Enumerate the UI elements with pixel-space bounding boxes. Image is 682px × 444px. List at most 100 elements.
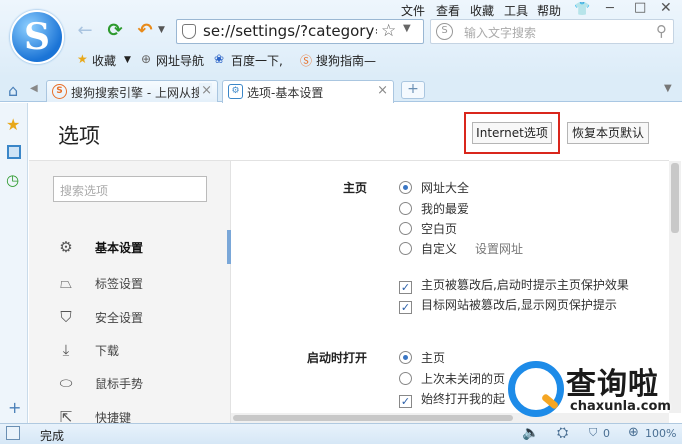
watermark-q-logo-icon xyxy=(508,361,564,417)
bookmark-sogou-guide[interactable]: 搜狗指南— xyxy=(316,52,376,69)
security-count[interactable]: 0 xyxy=(603,427,610,440)
favorites-panel-icon[interactable]: ★ xyxy=(6,115,20,134)
menu-help[interactable]: 帮助 xyxy=(537,2,561,19)
radio[interactable] xyxy=(399,242,412,255)
homepage-protect-check[interactable]: ✓ 主页被篡改后,启动时提示主页保护效果 xyxy=(399,276,629,294)
startup-section-label: 启动时打开 xyxy=(306,351,367,365)
tab-title: 搜狗搜索引擎 - 上网从搜 xyxy=(71,86,203,100)
menu-file[interactable]: 文件 xyxy=(401,2,425,19)
reader-panel-icon[interactable] xyxy=(7,145,21,159)
nav-download[interactable]: ⤓ 下载 xyxy=(29,333,231,367)
star-icon[interactable]: ☆ xyxy=(381,21,396,41)
tab-scroll-left-icon[interactable]: ◀ xyxy=(30,83,38,94)
selected-indicator xyxy=(227,230,231,264)
tab-shape-icon: ⏢ xyxy=(59,274,72,292)
speaker-icon[interactable]: 🔈 xyxy=(522,425,539,441)
status-text: 完成 xyxy=(40,429,65,443)
skin-icon[interactable]: 👕 xyxy=(574,2,590,17)
status-bar xyxy=(0,423,682,444)
set-url-link[interactable]: 设置网址 xyxy=(475,242,523,256)
close-window-icon[interactable]: ✕ xyxy=(660,0,672,16)
zoom-level[interactable]: 100% xyxy=(645,427,676,440)
globe-icon: ⊕ xyxy=(141,52,152,66)
scrollbar-thumb[interactable] xyxy=(671,163,679,233)
history-icon[interactable]: ◷ xyxy=(6,171,19,189)
home-icon[interactable]: ⌂ xyxy=(8,81,18,100)
sogou-search-icon[interactable]: S xyxy=(436,23,453,40)
search-placeholder[interactable]: 输入文字搜索 xyxy=(464,24,536,41)
bookmark-nav[interactable]: 网址导航 xyxy=(156,52,204,69)
site-protect-check[interactable]: ✓ 目标网站被篡改后,显示网页保护提示 xyxy=(399,296,617,314)
nav-mouse-gestures[interactable]: ⬭ 鼠标手势 xyxy=(29,366,231,400)
sogou-guide-icon: Ⓢ xyxy=(300,54,313,68)
add-panel-icon[interactable]: + xyxy=(8,398,21,417)
radio[interactable] xyxy=(399,202,412,215)
undo-dropdown-icon[interactable]: ▼ xyxy=(158,25,165,35)
watermark: 查询啦 chaxunla.com xyxy=(500,355,682,423)
homepage-option-3[interactable]: 空白页 xyxy=(399,220,457,237)
page-icon xyxy=(6,426,20,440)
startup-always-check[interactable]: ✓ 始终打开我的起 xyxy=(399,390,505,408)
radio-selected[interactable] xyxy=(399,181,412,194)
menu-favorites[interactable]: 收藏 xyxy=(470,2,494,19)
checkbox-checked[interactable]: ✓ xyxy=(399,301,412,314)
page-title: 选项 xyxy=(58,124,100,148)
settings-search-input[interactable]: 搜索选项 xyxy=(53,176,207,202)
watermark-url: chaxunla.com xyxy=(570,399,671,414)
baidu-paw-icon: ❀ xyxy=(214,52,225,66)
settings-tab-icon: ⚙ xyxy=(228,84,243,99)
radio[interactable] xyxy=(399,372,412,385)
menu-view[interactable]: 查看 xyxy=(436,2,460,19)
nav-label: 基本设置 xyxy=(95,241,144,255)
minimize-icon[interactable]: ─ xyxy=(606,1,614,16)
nav-label: 鼠标手势 xyxy=(95,377,144,391)
undo-icon[interactable]: ↶ xyxy=(134,20,156,42)
nav-label: 标签设置 xyxy=(95,277,144,291)
nav-label: 安全设置 xyxy=(95,311,144,325)
homepage-option-1[interactable]: 网址大全 xyxy=(399,179,469,196)
address-bar[interactable]: se://settings/?category=ger ☆ ▼ xyxy=(176,19,424,44)
new-tab-button[interactable]: + xyxy=(401,81,425,99)
tab-sogou-search[interactable]: S 搜狗搜索引擎 - 上网从搜 × xyxy=(46,80,218,102)
bookmark-baidu[interactable]: 百度一下, xyxy=(231,52,283,69)
checkbox-checked[interactable]: ✓ xyxy=(399,281,412,294)
sogou-logo[interactable]: S xyxy=(10,10,64,64)
bookmark-favorites[interactable]: 收藏 xyxy=(92,52,116,69)
bookmark-dropdown-icon[interactable]: ▼ xyxy=(124,55,131,65)
tab-close-icon[interactable]: × xyxy=(199,83,212,98)
address-text[interactable]: se://settings/?category=ger xyxy=(203,22,377,40)
maximize-icon[interactable]: □ xyxy=(634,0,646,15)
horizontal-scrollbar-thumb[interactable] xyxy=(233,415,513,421)
nav-security-settings[interactable]: ⛉ 安全设置 xyxy=(29,300,231,334)
shortcut-icon: ⇱ xyxy=(59,408,73,423)
tab-settings[interactable]: ⚙ 选项-基本设置 × xyxy=(222,80,394,103)
security-shield-icon[interactable]: ⛉ xyxy=(589,426,597,440)
nav-label: 快捷键 xyxy=(95,411,132,423)
refresh-icon[interactable]: ⟳ xyxy=(104,20,126,42)
homepage-option-4[interactable]: 自定义 设置网址 xyxy=(399,240,523,257)
tab-list-icon[interactable]: ▼ xyxy=(664,83,672,94)
radio[interactable] xyxy=(399,222,412,235)
homepage-section-label: 主页 xyxy=(342,181,367,195)
search-box[interactable]: S 输入文字搜索 ⚲ xyxy=(430,19,674,44)
favorites-star-icon: ★ xyxy=(77,52,88,66)
watermark-text: 查询啦 xyxy=(566,367,659,402)
search-icon[interactable]: ⚲ xyxy=(656,22,667,40)
radio-selected[interactable] xyxy=(399,351,412,364)
startup-option-2[interactable]: 上次未关闭的页 xyxy=(399,370,505,387)
zoom-icon[interactable]: ⊕ xyxy=(628,425,639,440)
chevron-down-icon[interactable]: ▼ xyxy=(403,23,411,34)
nav-basic-settings[interactable]: ⚙ 基本设置 xyxy=(29,230,231,264)
checkbox-checked[interactable]: ✓ xyxy=(399,395,412,408)
back-icon[interactable]: ← xyxy=(74,20,96,42)
nav-tab-settings[interactable]: ⏢ 标签设置 xyxy=(29,266,231,300)
accelerator-icon[interactable]: ⛭ xyxy=(557,425,568,441)
restore-defaults-button[interactable]: 恢复本页默认 xyxy=(567,122,649,144)
homepage-option-2[interactable]: 我的最爱 xyxy=(399,200,469,217)
menu-tools[interactable]: 工具 xyxy=(504,2,528,19)
startup-option-1[interactable]: 主页 xyxy=(399,349,445,366)
tab-title: 选项-基本设置 xyxy=(247,86,324,100)
tab-close-icon[interactable]: × xyxy=(377,83,388,98)
internet-options-button[interactable]: Internet选项 xyxy=(472,122,552,144)
nav-shortcuts[interactable]: ⇱ 快捷键 xyxy=(29,400,231,423)
